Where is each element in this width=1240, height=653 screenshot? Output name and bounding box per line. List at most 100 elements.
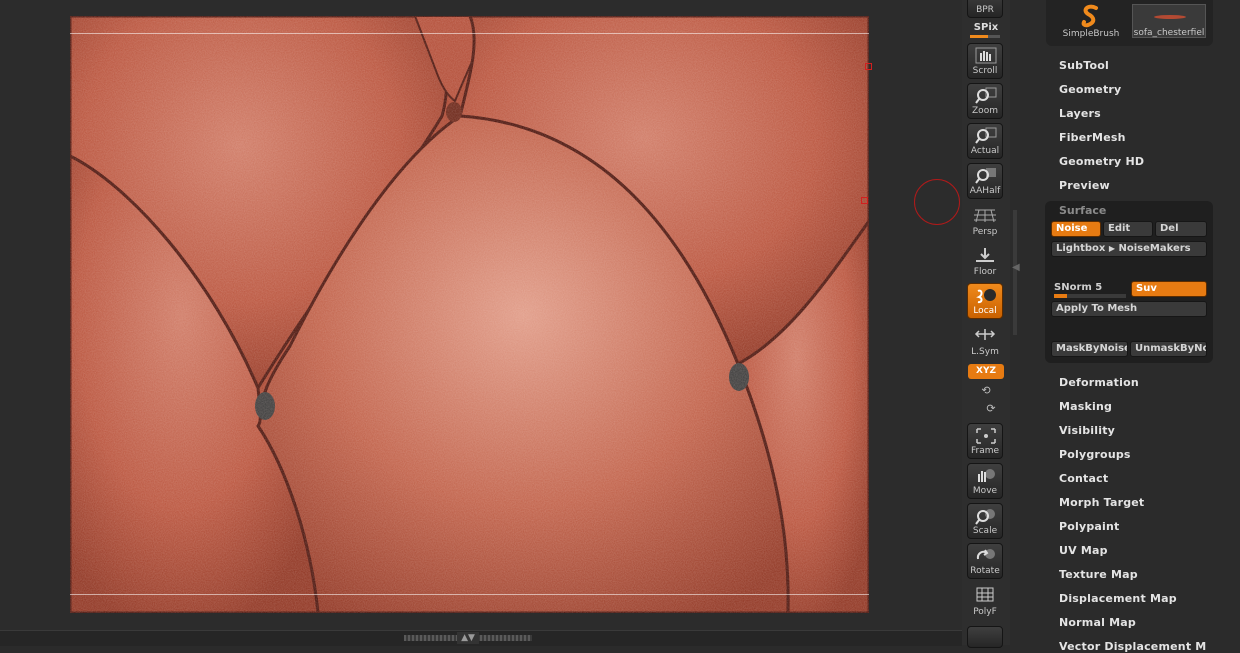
tray-toggle-arrows-icon[interactable]: ▲▼: [457, 632, 479, 644]
persp-button[interactable]: Persp: [967, 203, 1003, 239]
document-canvas[interactable]: ▲▼: [0, 0, 962, 646]
floor-button[interactable]: Floor: [967, 243, 1003, 279]
bottom-guide-line: [70, 594, 869, 595]
lightbox-noisemakers-button[interactable]: Lightbox ▶ NoiseMakers: [1051, 241, 1207, 257]
simplebrush-label: SimpleBrush: [1062, 29, 1120, 39]
simplebrush-thumb[interactable]: SimpleBrush: [1054, 4, 1128, 39]
suv-button[interactable]: Suv: [1131, 281, 1207, 297]
del-button[interactable]: Del: [1155, 221, 1207, 237]
bpr-button[interactable]: BPR: [967, 0, 1003, 18]
rotate-button[interactable]: Rotate: [967, 543, 1003, 579]
simplebrush-icon: [1081, 4, 1098, 28]
menu-vector-displacement-map[interactable]: Vector Displacement M: [1059, 640, 1206, 653]
zoom-label: Zoom: [972, 106, 998, 116]
sofa-label: sofa_chesterfiel: [1133, 28, 1205, 38]
collapse-arrow-icon[interactable]: ◀: [1012, 262, 1020, 273]
menu-masking[interactable]: Masking: [1059, 400, 1112, 413]
tufted-leather-mesh: [70, 16, 869, 613]
menu-normal-map[interactable]: Normal Map: [1059, 616, 1136, 629]
move-label: Move: [972, 486, 998, 496]
polyf-button[interactable]: PolyF: [967, 583, 1003, 619]
menu-texture-map[interactable]: Texture Map: [1059, 568, 1138, 581]
magnifier-zoom-icon: [975, 87, 997, 104]
scroll-label: Scroll: [972, 66, 998, 76]
scroll-button[interactable]: Scroll: [967, 43, 1003, 79]
actual-label: Actual: [970, 146, 1000, 156]
bottom-tray-bar: ▲▼: [0, 630, 962, 646]
right-shelf: BPR SPix Scroll Zoom Actual AAHalf Persp…: [962, 0, 1010, 648]
frame-icon: [976, 428, 996, 444]
noisemakers-label: NoiseMakers: [1118, 243, 1191, 254]
persp-label: Persp: [972, 227, 998, 237]
local-symmetry-icon: [974, 329, 996, 340]
scale-label: Scale: [972, 526, 998, 536]
move-button[interactable]: Move: [967, 463, 1003, 499]
spix-slider[interactable]: [970, 35, 1000, 38]
xyz-symmetry-toggle[interactable]: XYZ: [968, 364, 1004, 379]
rotate-y-icon[interactable]: ⟲: [979, 384, 993, 398]
menu-preview[interactable]: Preview: [1059, 179, 1110, 192]
menu-subtool[interactable]: SubTool: [1059, 59, 1109, 72]
menu-deformation[interactable]: Deformation: [1059, 376, 1139, 389]
floor-icon: [976, 248, 994, 262]
lsym-button[interactable]: L.Sym: [967, 323, 1003, 359]
surface-title[interactable]: Surface: [1059, 204, 1106, 217]
hand-scroll-icon: [975, 47, 997, 64]
menu-layers[interactable]: Layers: [1059, 107, 1101, 120]
canvas-resize-handle[interactable]: [861, 197, 868, 204]
lightbox-label: Lightbox: [1056, 243, 1106, 254]
menu-contact[interactable]: Contact: [1059, 472, 1108, 485]
local-button[interactable]: Local: [967, 283, 1003, 319]
aahalf-label: AAHalf: [969, 186, 1001, 196]
aahalf-button[interactable]: AAHalf: [967, 163, 1003, 199]
brush-thumbnails: SimpleBrush sofa_chesterfiel: [1046, 0, 1213, 46]
polyframe-grid-icon: [976, 587, 994, 602]
xyz-label: XYZ: [976, 366, 996, 376]
menu-uv-map[interactable]: UV Map: [1059, 544, 1108, 557]
mask-by-noise-button[interactable]: MaskByNoise: [1051, 341, 1128, 357]
local-transform-icon: [976, 289, 996, 304]
apply-to-mesh-button[interactable]: Apply To Mesh: [1051, 301, 1207, 317]
tool-palette: SimpleBrush sofa_chesterfiel SubTool Geo…: [1044, 0, 1240, 653]
local-label: Local: [973, 306, 997, 316]
canvas-resize-handle[interactable]: [865, 63, 872, 70]
sofa-thumb[interactable]: sofa_chesterfiel: [1132, 4, 1206, 38]
scale-button[interactable]: Scale: [967, 503, 1003, 539]
zoom-button[interactable]: Zoom: [967, 83, 1003, 119]
top-guide-line: [70, 33, 869, 34]
menu-fibermesh[interactable]: FiberMesh: [1059, 131, 1126, 144]
noise-button[interactable]: Noise: [1051, 221, 1101, 237]
sculpt-viewport[interactable]: [70, 16, 869, 613]
surface-subpalette: Surface Noise Edit Del Lightbox ▶ NoiseM…: [1045, 201, 1213, 363]
sofa-mesh-icon: [1154, 15, 1186, 19]
frame-button[interactable]: Frame: [967, 423, 1003, 459]
perspective-grid-icon: [974, 209, 996, 223]
hand-move-icon: [978, 469, 995, 482]
edit-button[interactable]: Edit: [1103, 221, 1153, 237]
magnifier-scale-icon: [975, 509, 995, 525]
polyf-label: PolyF: [973, 607, 997, 617]
menu-morph-target[interactable]: Morph Target: [1059, 496, 1144, 509]
snorm-label: SNorm 5: [1054, 282, 1103, 293]
bpr-label: BPR: [976, 5, 994, 15]
menu-geometry-hd[interactable]: Geometry HD: [1059, 155, 1144, 168]
panel-divider: ◀: [1010, 0, 1044, 645]
rotate-z-icon[interactable]: ⟳: [984, 402, 998, 416]
menu-polypaint[interactable]: Polypaint: [1059, 520, 1120, 533]
rotate-label: Rotate: [970, 566, 1000, 576]
menu-polygroups[interactable]: Polygroups: [1059, 448, 1131, 461]
actual-button[interactable]: Actual: [967, 123, 1003, 159]
brush-cursor: [914, 179, 960, 225]
floor-label: Floor: [973, 267, 997, 277]
magnifier-actual-icon: [975, 127, 997, 144]
spix-label: SPix: [973, 22, 999, 33]
rotate-icon: [976, 549, 995, 560]
snorm-slider[interactable]: [1054, 294, 1126, 298]
lsym-label: L.Sym: [971, 347, 999, 357]
magnifier-aahalf-icon: [975, 168, 996, 184]
menu-geometry[interactable]: Geometry: [1059, 83, 1121, 96]
chevron-right-icon: ▶: [1108, 244, 1115, 253]
unmask-by-noise-button[interactable]: UnmaskByNo: [1130, 341, 1207, 357]
menu-visibility[interactable]: Visibility: [1059, 424, 1115, 437]
menu-displacement-map[interactable]: Displacement Map: [1059, 592, 1177, 605]
